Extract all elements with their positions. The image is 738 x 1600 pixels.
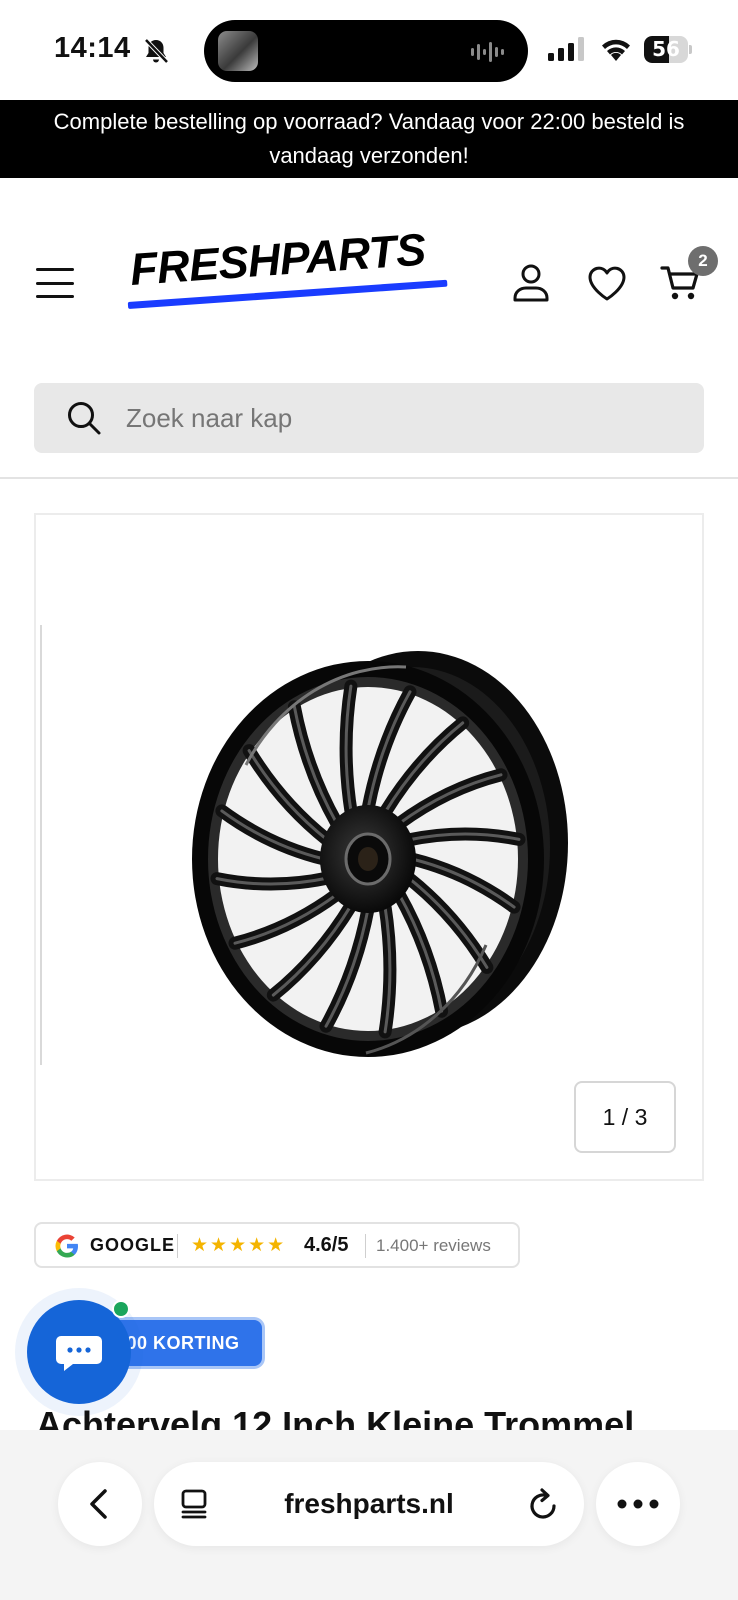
cart-count-badge: 2 bbox=[688, 246, 718, 276]
product-image[interactable] bbox=[186, 645, 586, 1065]
rating-score: 4.6/5 bbox=[304, 1234, 349, 1256]
reload-icon[interactable] bbox=[528, 1486, 560, 1522]
more-button[interactable] bbox=[596, 1462, 680, 1546]
search-input[interactable] bbox=[126, 383, 686, 453]
chat-icon bbox=[56, 1336, 102, 1371]
online-status-dot bbox=[112, 1300, 130, 1318]
more-icon bbox=[617, 1499, 659, 1509]
review-source-label: GOOGLE bbox=[90, 1235, 176, 1255]
back-button[interactable] bbox=[58, 1462, 142, 1546]
header-divider bbox=[0, 477, 738, 479]
battery-percentage: 56 bbox=[652, 37, 680, 61]
tabs-icon[interactable] bbox=[178, 1488, 210, 1520]
site-header: FRESHPARTS 2 bbox=[0, 178, 738, 358]
audio-wave-icon bbox=[471, 42, 504, 62]
announcement-bar: Complete bestelling op voorraad? Vandaag… bbox=[0, 100, 738, 178]
heart-icon[interactable] bbox=[586, 262, 628, 304]
signal-icon bbox=[548, 37, 584, 61]
wifi-icon bbox=[602, 39, 630, 61]
discount-label: 00 KORTING bbox=[126, 1333, 240, 1353]
search-bar[interactable] bbox=[34, 383, 704, 453]
google-reviews-badge[interactable]: GOOGLE ★★★★★ 4.6/5 1.400+ reviews bbox=[34, 1222, 520, 1268]
google-icon bbox=[55, 1234, 78, 1258]
previous-image-edge bbox=[40, 625, 42, 1065]
product-image-gallery[interactable]: 1 / 3 bbox=[34, 513, 704, 1181]
user-icon[interactable] bbox=[510, 262, 552, 304]
browser-toolbar: freshparts.nl bbox=[0, 1430, 738, 1600]
dynamic-island[interactable] bbox=[204, 20, 528, 82]
search-icon bbox=[68, 402, 101, 435]
address-bar[interactable]: freshparts.nl bbox=[154, 1462, 584, 1546]
freshparts-logo[interactable]: FRESHPARTS bbox=[126, 223, 452, 318]
url-text[interactable]: freshparts.nl bbox=[244, 1462, 494, 1546]
battery-icon: 56 bbox=[644, 36, 692, 63]
status-bar: 14:14 56 bbox=[0, 0, 738, 100]
review-count: 1.400+ reviews bbox=[376, 1236, 491, 1255]
image-counter[interactable]: 1 / 3 bbox=[574, 1081, 676, 1153]
status-time: 14:14 bbox=[54, 32, 131, 64]
menu-icon[interactable] bbox=[36, 268, 74, 298]
now-playing-artwork bbox=[218, 31, 258, 71]
back-icon bbox=[90, 1489, 107, 1519]
bell-slash-icon bbox=[144, 38, 169, 64]
rating-stars: ★★★★★ bbox=[191, 1235, 287, 1256]
